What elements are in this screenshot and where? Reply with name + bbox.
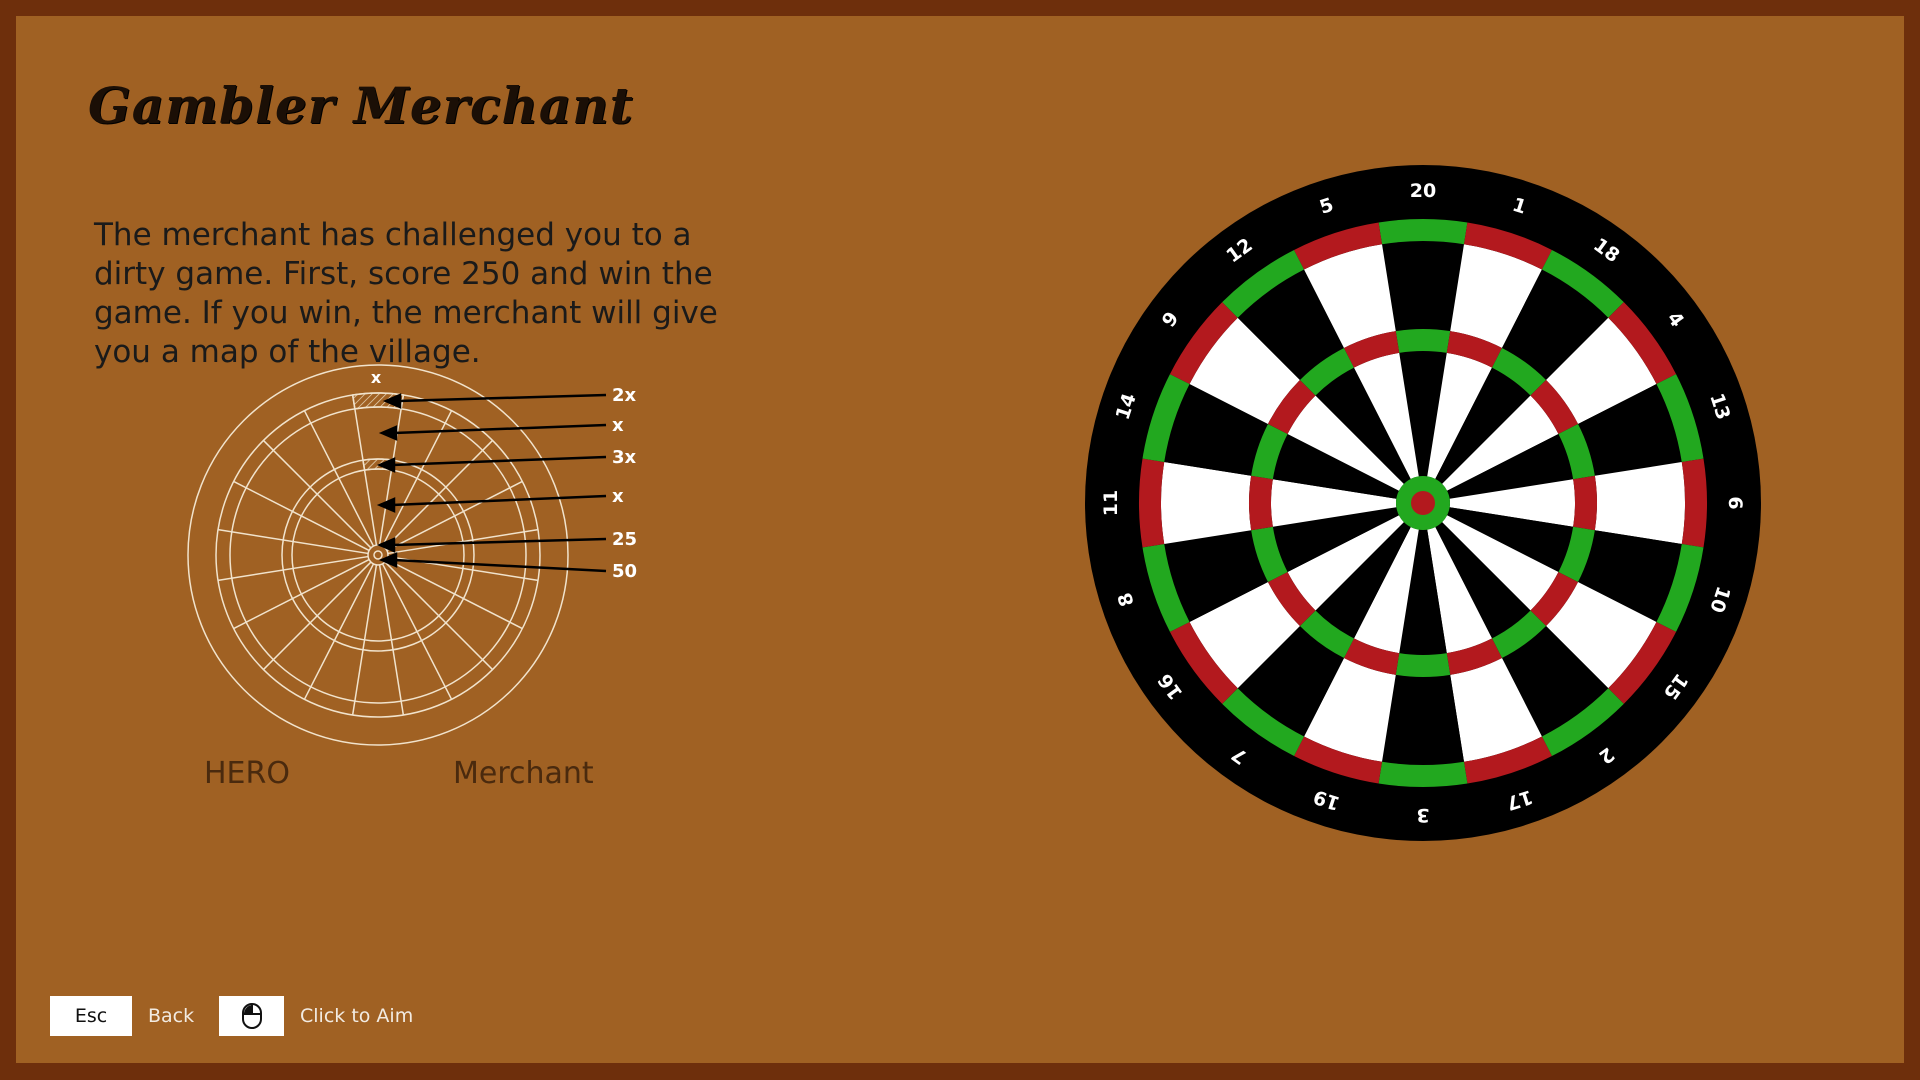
guide-label-double: 2x: [612, 385, 637, 406]
guide-arrowhead: [376, 537, 396, 553]
segment-3-triple[interactable]: [1395, 653, 1451, 677]
guide-arrow-single-outer: [393, 423, 607, 435]
segment-11-double[interactable]: [1139, 458, 1165, 548]
guide-arrow-bullseye: [393, 558, 607, 573]
mouse-key-badge[interactable]: [219, 996, 284, 1036]
player-opponent-label: Merchant: [453, 756, 594, 791]
guide-wire: [262, 561, 372, 671]
guide-wire: [384, 561, 494, 671]
guide-arrow-triple: [391, 455, 607, 467]
guide-wire: [384, 439, 494, 549]
challenge-description: The merchant has challenged you to a dir…: [94, 217, 718, 370]
aim-hint-label: Click to Aim: [300, 1005, 414, 1027]
segment-11-outer-single[interactable]: [1161, 462, 1252, 544]
guide-wire: [233, 480, 370, 552]
guide-arrowhead: [376, 497, 396, 513]
guide-label-outer-bull: 25: [612, 529, 637, 550]
guide-arrowhead: [378, 425, 398, 441]
guide-wire: [378, 564, 405, 716]
mouse-icon: [241, 1003, 262, 1029]
dartboard-number-20: 20: [1410, 180, 1436, 202]
segment-20-triple[interactable]: [1395, 329, 1451, 353]
guide-label-single-outer: x: [612, 415, 624, 436]
guide-arrowhead: [378, 552, 398, 568]
back-hint-label: Back: [148, 1005, 195, 1027]
guide-label-bullseye: 50: [612, 561, 637, 582]
segment-3-double[interactable]: [1378, 761, 1468, 787]
guide-wire: [303, 563, 375, 700]
page-title: Gambler Merchant: [88, 76, 634, 135]
guide-wire: [386, 558, 523, 630]
guide-ring: [373, 550, 383, 560]
segment-6-double[interactable]: [1681, 458, 1707, 548]
guide-wire: [381, 563, 453, 700]
segment-20-outer-single[interactable]: [1382, 241, 1464, 332]
esc-key-button[interactable]: Esc: [50, 996, 132, 1036]
guide-wire: [233, 558, 370, 630]
dartboard-number-3: 3: [1416, 804, 1429, 826]
segment-6-outer-single[interactable]: [1594, 462, 1685, 544]
dartboard-number-11: 11: [1100, 490, 1122, 516]
guide-arrow-outer-bull: [391, 537, 607, 547]
segment-6-triple[interactable]: [1573, 475, 1597, 531]
guide-wire: [217, 555, 369, 582]
guide-top-marker: x: [371, 368, 382, 387]
dartboard-number-6: 6: [1724, 496, 1746, 509]
segment-3-outer-single[interactable]: [1382, 674, 1464, 765]
segment-11-triple[interactable]: [1249, 475, 1273, 531]
guide-label-triple: 3x: [612, 447, 637, 468]
guide-wire: [386, 480, 523, 552]
guide-wire: [262, 439, 372, 549]
dartboard[interactable]: 2011841361015217319716811149125: [1083, 163, 1763, 843]
guide-wire: [217, 528, 369, 555]
scoring-guide-diagram: x 2x x 3x x 25 50: [187, 364, 637, 746]
guide-label-single-inner: x: [612, 486, 624, 507]
guide-arrow-single-inner: [391, 494, 607, 507]
player-hero-label: HERO: [204, 756, 290, 791]
guide-wire: [351, 564, 378, 716]
guide-arrow-double: [397, 393, 607, 403]
segment-20-double[interactable]: [1378, 219, 1468, 245]
guide-wire: [303, 410, 375, 547]
bullseye[interactable]: [1411, 491, 1435, 515]
guide-ring: [187, 364, 569, 746]
